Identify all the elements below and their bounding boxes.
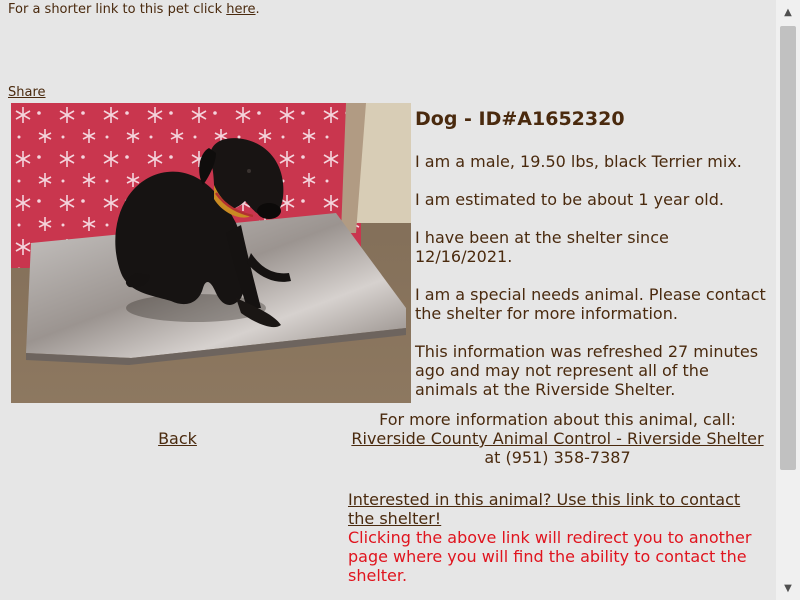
contact-info: For more information about this animal, … [345, 410, 770, 467]
short-link-suffix: . [255, 2, 260, 17]
pet-detail-page: For a shorter link to this pet click her… [0, 0, 776, 600]
vertical-scrollbar[interactable]: ▲ ▼ [776, 0, 800, 600]
dog-photo-image [11, 103, 411, 403]
animal-intake-date: I have been at the shelter since 12/16/2… [415, 228, 669, 266]
shelter-phone: at (951) 358-7387 [484, 448, 631, 467]
short-link-prefix: For a shorter link to this pet click [8, 2, 227, 17]
animal-description: I am a male, 19.50 lbs, black Terrier mi… [415, 152, 742, 171]
share-row: Share [8, 84, 46, 101]
animal-title: Dog - ID#A1652320 [415, 108, 625, 130]
scroll-up-icon[interactable]: ▲ [776, 0, 800, 24]
animal-info: Dog - ID#A1652320 I am a male, 19.50 lbs… [415, 107, 770, 418]
contact-intro: For more information about this animal, … [379, 410, 736, 429]
redirect-note: Clicking the above link will redirect yo… [348, 528, 752, 585]
back-link[interactable]: Back [158, 429, 197, 448]
short-link-here[interactable]: here [226, 2, 255, 17]
scrollbar-thumb[interactable] [780, 26, 796, 470]
interest-section: Interested in this animal? Use this link… [348, 490, 763, 585]
short-link-line: For a shorter link to this pet click her… [8, 1, 260, 18]
contact-shelter-link[interactable]: Interested in this animal? Use this link… [348, 490, 740, 528]
scroll-down-icon[interactable]: ▼ [776, 576, 800, 600]
contact-line: Riverside County Animal Control - Rivers… [345, 429, 770, 467]
share-link[interactable]: Share [8, 85, 46, 100]
shelter-link[interactable]: Riverside County Animal Control - Rivers… [351, 429, 763, 448]
special-needs-note: I am a special needs animal. Please cont… [415, 285, 766, 323]
pet-photo [11, 103, 411, 403]
animal-age: I am estimated to be about 1 year old. [415, 190, 724, 209]
refresh-note: This information was refreshed 27 minute… [415, 342, 759, 399]
back-cell: Back [11, 429, 344, 448]
